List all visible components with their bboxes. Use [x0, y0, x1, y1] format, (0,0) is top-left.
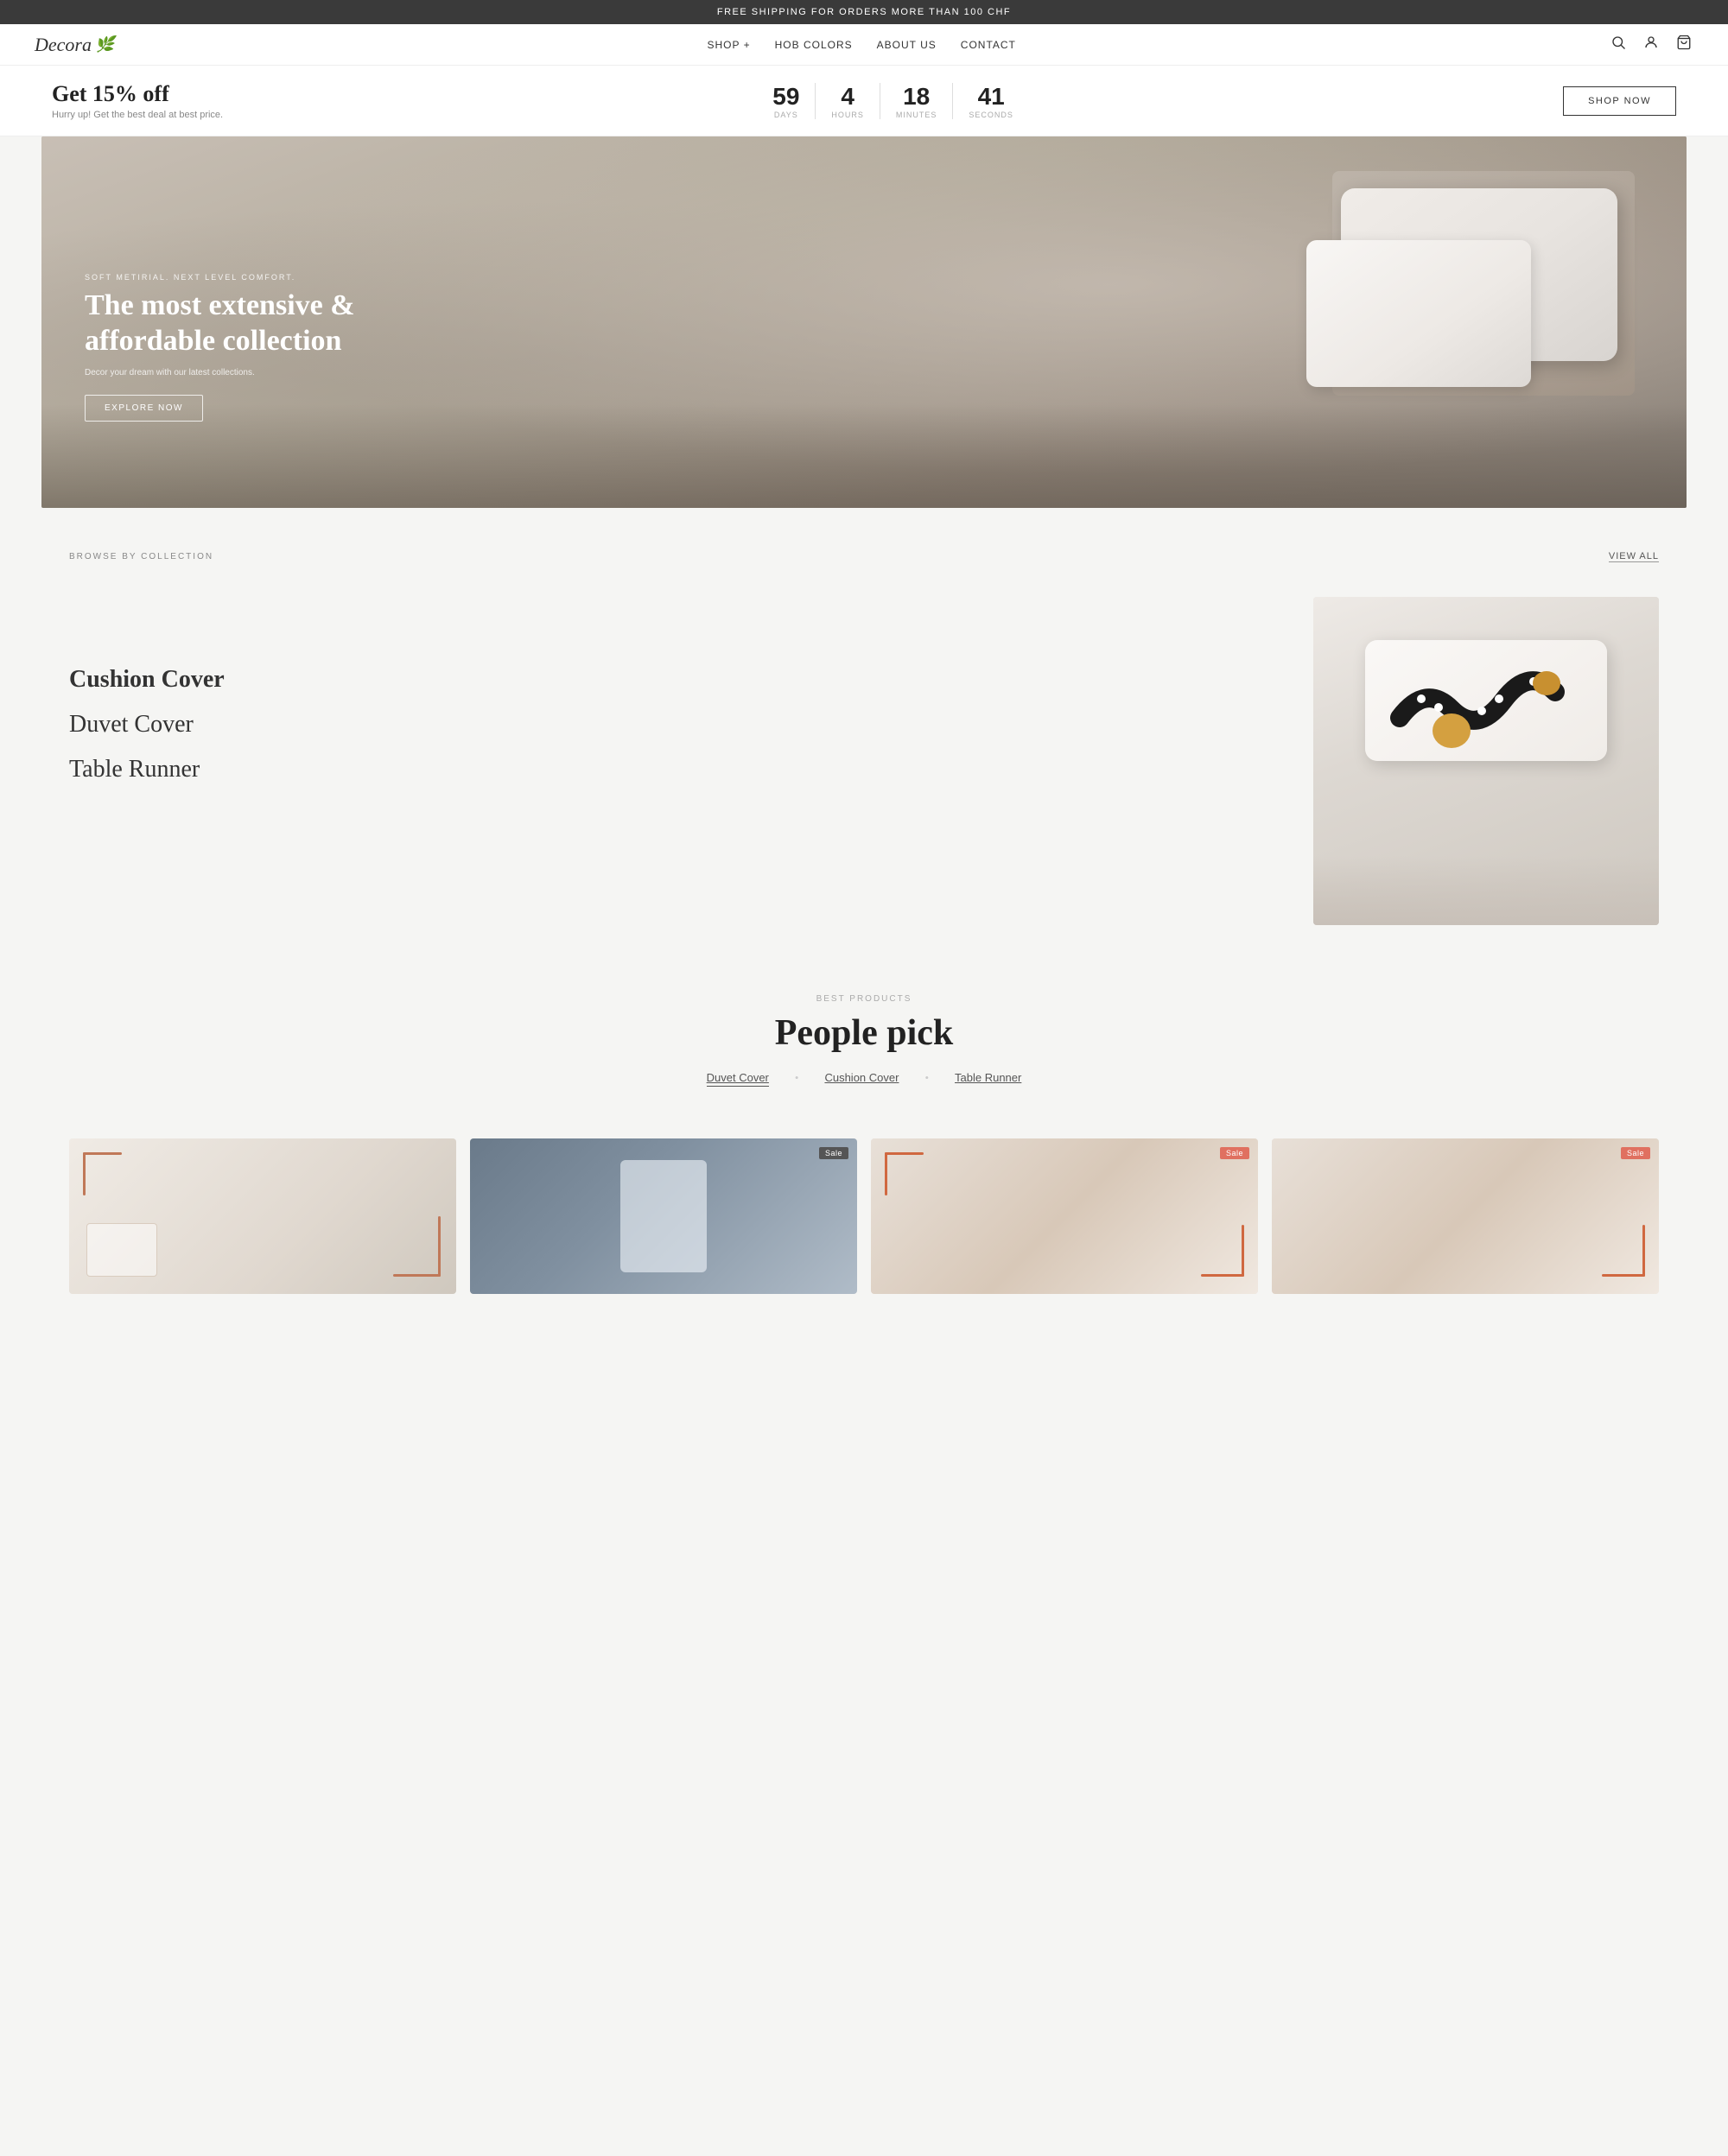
- announcement-text: FREE SHIPPING FOR ORDERS MORE THAN 100 C…: [717, 7, 1011, 17]
- promo-subtext: Hurry up! Get the best deal at best pric…: [52, 110, 223, 120]
- product-tabs: Duvet Cover • Cushion Cover • Table Runn…: [69, 1071, 1659, 1087]
- tab-separator-2: •: [924, 1071, 929, 1087]
- hero-title: The most extensive & affordable collecti…: [85, 289, 361, 359]
- category-duvet-cover[interactable]: Duvet Cover: [69, 711, 1261, 739]
- countdown-minutes: 18 MINUTES: [880, 83, 954, 119]
- product-image-4: Sale: [1272, 1138, 1659, 1294]
- p3-accent-v: [1242, 1225, 1244, 1277]
- nav-links-list: SHOP + HOB COLORS ABOUT US CONTACT: [708, 37, 1016, 53]
- view-all-link[interactable]: VIEW ALL: [1609, 551, 1659, 562]
- hero-content: SOFT METIRIAL. NEXT LEVEL COMFORT. The m…: [85, 273, 361, 422]
- accent-line-v2: [83, 1152, 86, 1195]
- nav-item-shop[interactable]: SHOP +: [708, 37, 751, 53]
- shop-now-button[interactable]: SHOP NOW: [1563, 86, 1676, 116]
- product-image-1: [69, 1138, 456, 1294]
- countdown-seconds-label: SECONDS: [969, 111, 1013, 119]
- tab-table-runner[interactable]: Table Runner: [955, 1071, 1021, 1087]
- p3-accent-v2: [885, 1152, 887, 1195]
- browse-content: Cushion Cover Duvet Cover Table Runner: [69, 597, 1659, 925]
- nav-link-about-us[interactable]: ABOUT US: [877, 39, 937, 51]
- cushion-image: [1365, 640, 1607, 761]
- main-nav: SHOP + HOB COLORS ABOUT US CONTACT: [708, 37, 1016, 53]
- countdown-days-value: 59: [772, 83, 799, 111]
- sale-badge-4: Sale: [1621, 1147, 1650, 1159]
- nav-link-hob-colors[interactable]: HOB COLORS: [775, 39, 853, 51]
- promo-bar: Get 15% off Hurry up! Get the best deal …: [0, 66, 1728, 136]
- countdown-seconds-value: 41: [969, 83, 1013, 111]
- best-products-eyebrow: BEST PRODUCTS: [69, 994, 1659, 1004]
- tab-duvet-cover[interactable]: Duvet Cover: [707, 1071, 769, 1087]
- announcement-bar: FREE SHIPPING FOR ORDERS MORE THAN 100 C…: [0, 0, 1728, 24]
- countdown-days: 59 DAYS: [757, 83, 816, 119]
- hero-eyebrow: SOFT METIRIAL. NEXT LEVEL COMFORT.: [85, 273, 361, 282]
- product-card-2[interactable]: Sale: [470, 1138, 857, 1294]
- browse-product-image: [1313, 597, 1659, 925]
- account-button[interactable]: [1642, 33, 1661, 56]
- nav-item-hob-colors[interactable]: HOB COLORS: [775, 37, 853, 53]
- explore-now-button[interactable]: EXPLORE NOW: [85, 395, 203, 422]
- site-logo[interactable]: Decora 🌿: [35, 34, 114, 56]
- accent-line-h2: [83, 1152, 122, 1155]
- site-header: Decora 🌿 SHOP + HOB COLORS ABOUT US: [0, 24, 1728, 66]
- browse-section: BROWSE BY COLLECTION VIEW ALL Cushion Co…: [0, 508, 1728, 960]
- p3-accent-h2: [885, 1152, 924, 1155]
- best-products-section: BEST PRODUCTS People pick Duvet Cover • …: [0, 960, 1728, 1138]
- category-cushion-cover[interactable]: Cushion Cover: [69, 666, 1261, 694]
- nav-item-contact[interactable]: CONTACT: [961, 37, 1016, 53]
- promo-text-block: Get 15% off Hurry up! Get the best deal …: [52, 81, 223, 120]
- browse-header: BROWSE BY COLLECTION VIEW ALL: [69, 551, 1659, 562]
- nav-link-shop[interactable]: SHOP +: [708, 39, 751, 51]
- product-grid: Sale Sale Sale: [0, 1138, 1728, 1328]
- countdown-hours-value: 4: [831, 83, 864, 111]
- hero-section: SOFT METIRIAL. NEXT LEVEL COMFORT. The m…: [41, 136, 1687, 508]
- product-card-1[interactable]: [69, 1138, 456, 1294]
- tab-cushion-cover[interactable]: Cushion Cover: [824, 1071, 899, 1087]
- countdown-days-label: DAYS: [772, 111, 799, 119]
- p3-accent-h: [1201, 1274, 1244, 1277]
- hero-pillow-small: [1306, 240, 1531, 387]
- promo-heading: Get 15% off: [52, 81, 223, 107]
- countdown-timer: 59 DAYS 4 HOURS 18 MINUTES 41 SECONDS: [757, 83, 1029, 119]
- countdown-minutes-value: 18: [896, 83, 937, 111]
- nav-link-contact[interactable]: CONTACT: [961, 39, 1016, 51]
- category-table-runner[interactable]: Table Runner: [69, 756, 1261, 783]
- browse-surface: [1313, 856, 1659, 925]
- accent-line-v: [438, 1216, 441, 1277]
- product-image-2: Sale: [470, 1138, 857, 1294]
- logo-text: Decora: [35, 34, 92, 56]
- p4-accent-h: [1602, 1274, 1645, 1277]
- countdown-seconds: 41 SECONDS: [953, 83, 1029, 119]
- header-icons: [1609, 33, 1693, 56]
- countdown-hours-label: HOURS: [831, 111, 864, 119]
- browse-categories-list: Cushion Cover Duvet Cover Table Runner: [69, 597, 1261, 783]
- countdown-minutes-label: MINUTES: [896, 111, 937, 119]
- sale-badge-3: Sale: [1220, 1147, 1249, 1159]
- tab-separator-1: •: [795, 1071, 799, 1087]
- countdown-hours: 4 HOURS: [816, 83, 880, 119]
- p4-accent-v: [1642, 1225, 1645, 1277]
- logo-leaf-icon: 🌿: [95, 35, 114, 54]
- cart-button[interactable]: [1674, 33, 1693, 56]
- product-card-4[interactable]: Sale: [1272, 1138, 1659, 1294]
- browse-image-container: [1313, 597, 1659, 925]
- product-image-3: Sale: [871, 1138, 1258, 1294]
- product-card-3[interactable]: Sale: [871, 1138, 1258, 1294]
- nav-item-about-us[interactable]: ABOUT US: [877, 37, 937, 53]
- search-button[interactable]: [1609, 33, 1628, 56]
- accent-line-h: [393, 1274, 441, 1277]
- hero-description: Decor your dream with our latest collect…: [85, 368, 361, 377]
- cushion-pattern-svg: [1374, 649, 1598, 752]
- sale-badge-2: Sale: [819, 1147, 848, 1159]
- product-2-decor: [620, 1160, 707, 1272]
- best-products-title: People pick: [69, 1012, 1659, 1054]
- browse-label: BROWSE BY COLLECTION: [69, 552, 213, 561]
